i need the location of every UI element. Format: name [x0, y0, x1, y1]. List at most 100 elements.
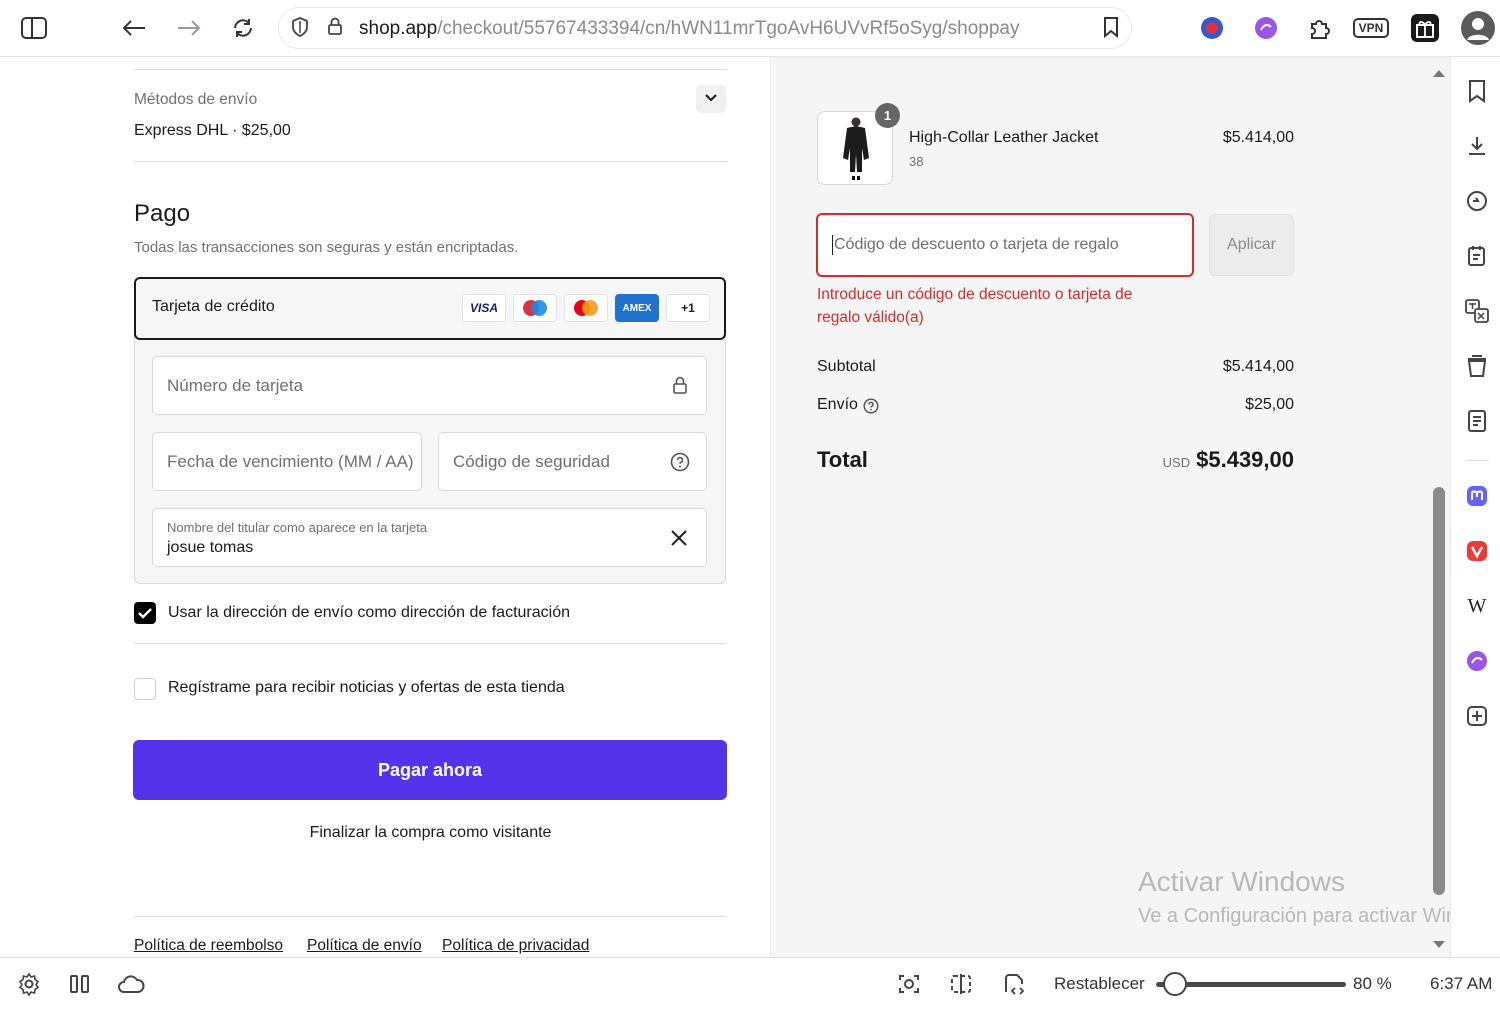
add-panel-icon[interactable] [1463, 702, 1491, 730]
vivaldi-icon[interactable] [1463, 537, 1491, 565]
more-cards-text: +1 [681, 301, 695, 315]
total-amount: USD $5.439,00 [1163, 447, 1294, 473]
lock-icon[interactable] [327, 16, 343, 41]
security-code-field[interactable]: Código de seguridad [438, 432, 707, 491]
translate-icon[interactable] [1463, 297, 1491, 325]
card-number-field[interactable]: Número de tarjeta [152, 356, 707, 415]
browser-toolbar: shop.app/checkout/55767433394/cn/hWN11mr… [0, 0, 1500, 57]
product-name: High-Collar Leather Jacket [909, 129, 1099, 146]
total-label: Total [817, 447, 868, 472]
url-text: shop.app/checkout/55767433394/cn/hWN11mr… [359, 18, 1020, 40]
vpn-icon[interactable]: VPN [1350, 10, 1392, 46]
payment-title: Pago [134, 200, 191, 227]
shield-icon[interactable] [291, 17, 309, 42]
product-price: $5.414,00 [1222, 129, 1294, 146]
forward-icon[interactable] [171, 10, 207, 46]
shipping-policy-link[interactable]: Política de envío [307, 937, 422, 955]
security-code-placeholder: Código de seguridad [453, 452, 610, 471]
activation-watermark-title: Activar Windows [1138, 866, 1345, 897]
extensions-puzzle-icon[interactable] [1302, 10, 1338, 46]
billing-same-checkbox[interactable] [134, 602, 156, 624]
discount-error-message: Introduce un código de descuento o tarje… [817, 286, 1133, 326]
newsletter-label[interactable]: Regístrame para recibir noticias y ofert… [168, 679, 565, 697]
downloads-icon[interactable] [1463, 132, 1491, 160]
sidebar-toggle-icon[interactable] [16, 10, 52, 46]
aria-extension-icon[interactable] [1248, 10, 1284, 46]
visa-logo-text: VISA [469, 301, 498, 315]
aria-assistant-icon[interactable] [1463, 647, 1491, 675]
zoom-slider-thumb[interactable] [1163, 972, 1187, 996]
pay-now-button[interactable]: Pagar ahora [133, 740, 727, 800]
apply-discount-button[interactable]: Aplicar [1209, 214, 1294, 276]
subtotal-value: $5.414,00 [1222, 358, 1294, 375]
bookmarks-icon[interactable] [1463, 77, 1491, 105]
clear-close-icon[interactable] [670, 529, 688, 552]
credit-card-label: Tarjeta de crédito [152, 298, 275, 315]
wikipedia-icon[interactable]: W [1463, 592, 1491, 620]
browser-sidebar: W [1450, 57, 1500, 957]
total-currency: USD [1162, 455, 1191, 470]
privacy-policy-link[interactable]: Política de privacidad [442, 937, 589, 955]
mastercard-logo-icon [564, 294, 608, 322]
guest-checkout-link[interactable]: Finalizar la compra como visitante [134, 824, 727, 842]
shipping-section-label: Métodos de envío [134, 91, 258, 108]
scroll-down-arrow-icon[interactable] [1432, 937, 1446, 955]
shipping-value: $25,00 [1245, 396, 1294, 413]
cardholder-name-field[interactable]: Nombre del titular como aparece en la ta… [152, 508, 707, 567]
total-value: $5.439,00 [1196, 447, 1294, 472]
browser-status-bar: Restablecer 80 % 6:37 AM [0, 957, 1500, 1009]
maestro-logo-icon [513, 294, 557, 322]
divider [134, 69, 727, 70]
expiry-date-field[interactable]: Fecha de vencimiento (MM / AA) [152, 432, 422, 491]
zoom-reset-button[interactable]: Restablecer [1054, 974, 1145, 994]
order-summary-panel: 1 High-Collar Leather Jacket 38 $5.414,0… [772, 57, 1428, 957]
visa-logo-icon: VISA [462, 294, 506, 322]
sidebar-divider [1465, 460, 1489, 461]
shipping-label: Envío [817, 396, 858, 413]
chevron-down-icon [704, 90, 718, 108]
help-question-icon[interactable] [863, 398, 879, 419]
scroll-up-arrow-icon[interactable] [1432, 65, 1446, 83]
address-bar[interactable]: shop.app/checkout/55767433394/cn/hWN11mr… [278, 7, 1132, 49]
divider [134, 161, 727, 162]
refund-policy-link[interactable]: Política de reembolso [134, 937, 283, 955]
coffee-cup-icon[interactable] [1463, 352, 1491, 380]
page-tiling-icon[interactable] [947, 970, 975, 998]
billing-same-label[interactable]: Usar la dirección de envío como direcció… [168, 604, 570, 622]
profile-avatar-icon[interactable] [1460, 10, 1496, 46]
settings-gear-icon[interactable] [15, 970, 43, 998]
reload-icon[interactable] [225, 10, 261, 46]
payment-subtitle: Todas las transacciones son seguras y es… [134, 239, 519, 256]
discount-code-input[interactable]: Código de descuento o tarjeta de regalo [816, 213, 1194, 277]
page-scrollbar[interactable] [1428, 57, 1450, 957]
adblock-extension-icon[interactable] [1194, 10, 1230, 46]
credit-card-option[interactable]: Tarjeta de crédito VISA AMEX +1 [134, 277, 726, 340]
mastodon-icon[interactable] [1463, 482, 1491, 510]
shipping-expand-button[interactable] [696, 85, 726, 113]
tile-panels-icon[interactable] [66, 970, 94, 998]
card-number-placeholder: Número de tarjeta [167, 376, 304, 395]
history-icon[interactable] [1463, 187, 1491, 215]
lock-icon [672, 375, 688, 400]
expiry-date-placeholder: Fecha de vencimiento (MM / AA) [167, 452, 414, 471]
gift-icon[interactable] [1407, 10, 1443, 46]
activation-watermark-text: Ve a Configuración para activar Windows. [1138, 905, 1500, 927]
page-actions-icon[interactable] [1000, 970, 1028, 998]
text-cursor [832, 235, 833, 255]
subtotal-label: Subtotal [817, 358, 876, 375]
newsletter-checkbox[interactable] [134, 678, 156, 700]
notes-icon[interactable] [1463, 242, 1491, 270]
capture-screenshot-icon[interactable] [895, 970, 923, 998]
help-question-icon[interactable] [670, 452, 690, 477]
discount-code-placeholder: Código de descuento o tarjeta de regalo [834, 236, 1119, 253]
bookmark-icon[interactable] [1103, 16, 1119, 44]
cloud-sync-icon[interactable] [117, 970, 145, 998]
scrollbar-thumb[interactable] [1433, 487, 1445, 895]
reading-list-icon[interactable] [1463, 407, 1491, 435]
cardholder-name-value: josue tomas [167, 539, 254, 556]
checkout-form-panel: Métodos de envío Express DHL · $25,00 Pa… [0, 57, 771, 957]
back-icon[interactable] [116, 10, 152, 46]
clock-time: 6:37 AM [1430, 974, 1493, 993]
url-host: shop.app [359, 18, 438, 39]
amex-logo-icon: AMEX [615, 294, 659, 322]
